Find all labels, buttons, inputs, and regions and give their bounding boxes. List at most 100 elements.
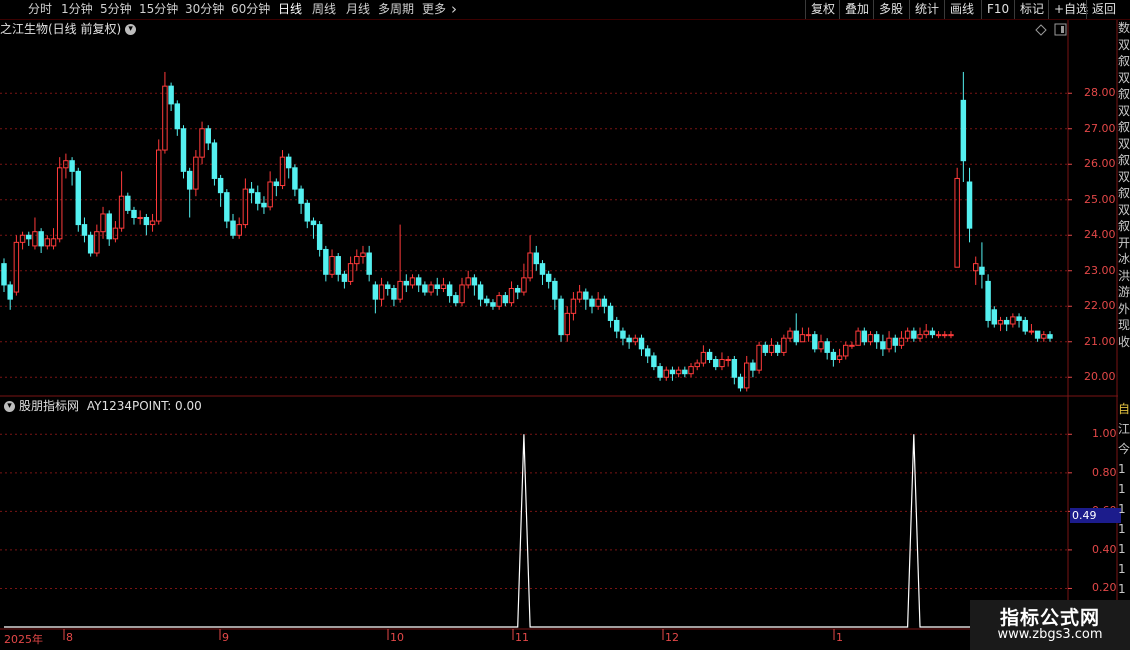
candle (44, 235, 51, 250)
candle (737, 373, 744, 392)
indicator-tick-label: 0.80 (1092, 465, 1117, 479)
side-panel-bottom: 自江今 1 1 1 1 1 1 1 (1118, 399, 1130, 599)
candle (663, 366, 669, 381)
side-panel-top: 数双叙双叙双叙双叙双叙双叙开冰洪游外现收 (1118, 20, 1130, 395)
candle (490, 299, 496, 310)
candle (391, 284, 397, 307)
candle (997, 316, 1004, 332)
candle (929, 327, 936, 339)
side-panel-char: 1 (1118, 542, 1126, 556)
candle (477, 281, 484, 307)
price-tick-label: 23.00 (1084, 263, 1116, 277)
candle (1, 258, 7, 293)
candle (298, 185, 304, 214)
date-tick-label: 11 (515, 631, 529, 644)
price-tick-label: 22.00 (1084, 299, 1116, 313)
candle (521, 263, 527, 296)
side-panel-char: 收 (1118, 334, 1130, 349)
candle (657, 363, 663, 381)
candle (558, 295, 564, 342)
side-panel-char: 1 (1118, 502, 1126, 516)
candle (527, 235, 533, 282)
candle (675, 366, 682, 378)
candle (836, 348, 843, 364)
side-panel-char: 今 (1118, 442, 1130, 456)
candle (459, 277, 465, 307)
side-panel-char: 叙 (1118, 219, 1130, 233)
side-panel-char: 叙 (1118, 87, 1130, 101)
price-tick-label: 28.00 (1084, 86, 1116, 100)
indicator-output: AY1234POINT: 0.00 (86, 399, 202, 413)
candle (651, 352, 657, 371)
candle (923, 324, 929, 339)
candle (620, 327, 626, 346)
candle (335, 253, 341, 282)
candle (601, 295, 608, 314)
side-panel-char: 双 (1118, 136, 1130, 151)
candle (69, 157, 75, 186)
candle (694, 359, 700, 371)
side-panel-char: 双 (1118, 70, 1130, 85)
candle (292, 164, 298, 197)
window-toggle-icon[interactable] (1054, 23, 1067, 36)
candle (224, 189, 230, 229)
candle (781, 334, 787, 356)
candle (774, 341, 781, 356)
candle (682, 366, 688, 378)
candle (614, 316, 620, 339)
candle (471, 274, 478, 296)
candle (422, 281, 428, 296)
diamond-icon[interactable] (1035, 24, 1047, 36)
candle (87, 231, 94, 257)
candle (496, 292, 502, 310)
candle (830, 348, 837, 367)
side-panel-char: 冰 (1118, 252, 1130, 266)
indicator-tick-label: 0.20 (1092, 581, 1117, 595)
candle (904, 327, 911, 342)
candle (261, 196, 267, 214)
chart-canvas[interactable] (0, 0, 1130, 650)
candle (434, 277, 440, 296)
candle (935, 331, 942, 339)
candle (230, 213, 236, 239)
candle (13, 235, 20, 296)
side-panel-char: 1 (1118, 522, 1126, 536)
watermark: 指标公式网 www.zbgs3.com (970, 600, 1130, 650)
candle (545, 270, 552, 289)
candle (112, 221, 119, 243)
candle (644, 345, 651, 364)
candle (143, 213, 150, 236)
candle (1041, 331, 1047, 342)
candle (750, 359, 756, 378)
side-panel-char: 1 (1118, 462, 1126, 476)
price-tick-label: 20.00 (1084, 370, 1116, 384)
candle (341, 270, 348, 289)
candle (354, 249, 360, 271)
watermark-title: 指标公式网 (999, 607, 1100, 629)
candle (193, 150, 199, 197)
candle (465, 270, 471, 289)
candle (75, 167, 82, 232)
candle (106, 210, 112, 246)
candle (38, 228, 44, 253)
candle (137, 210, 143, 225)
side-panel-char: 叙 (1118, 54, 1130, 68)
candle (174, 100, 181, 136)
candle (985, 274, 991, 328)
indicator-name: 股朋指标网 (19, 399, 80, 413)
candle (409, 274, 416, 289)
indicator-dropdown-icon[interactable]: ▾ (4, 401, 15, 412)
candle (589, 295, 595, 314)
candle (719, 352, 725, 371)
candle (81, 217, 88, 243)
candle (583, 288, 589, 310)
candle (19, 231, 26, 250)
candle (1022, 316, 1028, 335)
candle (94, 224, 100, 257)
side-panel-char: 1 (1118, 482, 1126, 496)
candle (415, 274, 422, 293)
candle (725, 355, 731, 367)
candle (632, 334, 639, 346)
candle (942, 331, 948, 339)
candle (533, 245, 540, 271)
